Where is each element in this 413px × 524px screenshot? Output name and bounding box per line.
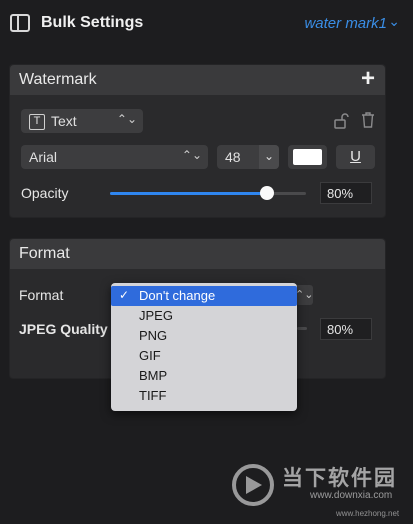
chevron-down-icon: ⌄ (259, 145, 279, 169)
site-footer-url: www.hezhong.net (336, 509, 400, 518)
watermark-type-value: Text (51, 113, 77, 129)
opacity-value[interactable]: 80% (320, 182, 372, 204)
page-title: Bulk Settings (41, 14, 144, 31)
font-family-select[interactable]: Arial ⌃⌄ (21, 145, 208, 169)
watermark-type-select[interactable]: T Text ⌃⌄ (21, 109, 143, 133)
lock-icon[interactable] (333, 113, 349, 129)
format-option-label: GIF (139, 348, 161, 363)
format-option-label: BMP (139, 368, 168, 383)
font-family-value: Arial (29, 149, 58, 165)
jpeg-quality-label: JPEG Quality (19, 321, 108, 337)
format-option-label: PNG (139, 328, 168, 343)
format-label: Format (19, 287, 64, 303)
opacity-slider[interactable] (110, 185, 306, 201)
format-option[interactable]: ✓ Don't change (111, 286, 297, 306)
opacity-label: Opacity (21, 185, 69, 201)
site-watermark: 当下软件园 www.downxia.com www.hezhong.net (230, 462, 413, 520)
format-option-label: TIFF (139, 388, 167, 403)
format-panel-header: Format (10, 239, 385, 269)
watermark-panel: Watermark + T Text ⌃⌄ Arial ⌃⌄ 48 ⌄ U Opa… (9, 64, 386, 218)
format-option[interactable]: BMP (111, 366, 297, 386)
format-option-label: Don't change (139, 288, 216, 303)
format-option[interactable]: JPEG (111, 306, 297, 326)
site-name: 当下软件园 (282, 467, 397, 490)
underline-button[interactable]: U (336, 145, 375, 169)
opacity-slider-thumb[interactable] (259, 186, 274, 200)
format-select-chevron[interactable]: ⌃⌄ (295, 285, 313, 305)
site-url: www.downxia.com (310, 490, 393, 501)
format-option[interactable]: GIF (111, 346, 297, 366)
opacity-slider-fill (110, 192, 267, 195)
add-watermark-button[interactable]: + (361, 65, 375, 93)
chevron-down-icon[interactable]: ⌄ (388, 13, 400, 30)
font-size-value: 48 (225, 149, 241, 165)
watermark-panel-title: Watermark (19, 71, 97, 88)
font-size-select[interactable]: 48 ⌄ (217, 145, 279, 169)
updown-chevron-icon: ⌃⌄ (181, 148, 202, 162)
format-panel-title: Format (19, 245, 70, 262)
header-bar: Bulk Settings water mark1 ⌄ (0, 0, 413, 50)
format-dropdown-menu: ✓ Don't change JPEG PNG GIF BMP TIFF (111, 283, 297, 411)
jpeg-quality-value[interactable]: 80% (320, 318, 372, 340)
trash-icon[interactable] (361, 112, 375, 128)
jpeg-quality-slider-end[interactable] (297, 327, 307, 330)
format-option-label: JPEG (139, 308, 173, 323)
preset-selector[interactable]: water mark1 (304, 15, 387, 32)
text-color-swatch[interactable] (288, 145, 327, 169)
checkmark-icon: ✓ (119, 288, 130, 302)
sidebar-toggle-icon[interactable] (10, 14, 30, 32)
watermark-panel-header: Watermark + (10, 65, 385, 95)
format-option[interactable]: TIFF (111, 386, 297, 406)
updown-chevron-icon: ⌃⌄ (116, 112, 137, 126)
format-option[interactable]: PNG (111, 326, 297, 346)
site-logo-icon (232, 464, 274, 506)
text-type-icon: T (29, 114, 45, 131)
